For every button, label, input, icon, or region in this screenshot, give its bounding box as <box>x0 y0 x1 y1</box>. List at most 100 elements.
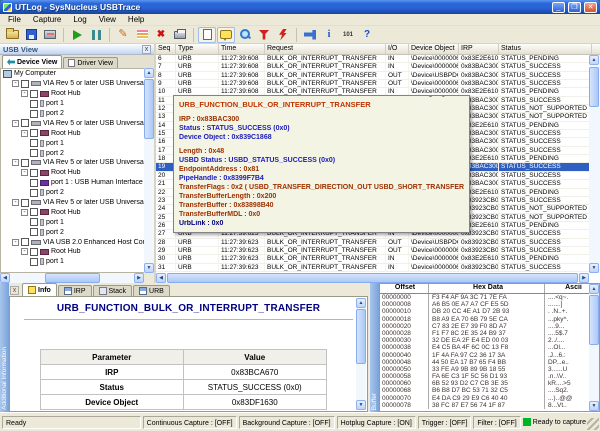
tree-checkbox[interactable] <box>21 199 29 207</box>
scroll-up-icon[interactable]: ▲ <box>589 55 599 65</box>
tree-checkbox[interactable] <box>30 228 38 236</box>
tree-checkbox[interactable] <box>30 208 38 216</box>
minimize-button[interactable]: _ <box>552 2 565 13</box>
table-row[interactable]: 7URB11:27:39:608BULK_OR_INTERRUPT_TRANSF… <box>156 63 589 71</box>
edit-button[interactable]: ✎ <box>114 27 132 43</box>
tree-item[interactable]: port 2 <box>1 148 144 158</box>
expander-toggle[interactable]: - <box>12 199 19 206</box>
pause-capture-button[interactable] <box>87 27 105 43</box>
table-row[interactable]: 6URB11:27:39:608BULK_OR_INTERRUPT_TRANSF… <box>156 55 589 63</box>
table-hscroll-thumb[interactable] <box>167 273 578 283</box>
tree-item[interactable]: port 1 : USB Human Interface D <box>1 178 144 188</box>
tree-item[interactable]: -VIA Rev 5 or later USB Universal Host C <box>1 118 144 128</box>
tree-checkbox[interactable] <box>30 189 38 197</box>
tree-item[interactable]: -Root Hub <box>1 168 144 178</box>
column-header-deviceobject[interactable]: Device Object <box>409 44 459 54</box>
table-horizontal-scrollbar[interactable]: ◀ ▶ <box>156 273 589 283</box>
tree-checkbox[interactable] <box>30 149 38 157</box>
title-bar[interactable]: UTLog - SysNucleus USBTrace _ ❐ ✕ <box>0 0 600 14</box>
table-row[interactable]: 29URB11:27:39:623BULK_OR_INTERRUPT_TRANS… <box>156 247 589 255</box>
scroll-down-icon[interactable]: ▼ <box>356 400 366 410</box>
tree-checkbox[interactable] <box>30 248 38 256</box>
hex-vscroll-thumb[interactable] <box>589 295 599 345</box>
expander-toggle[interactable]: - <box>12 120 19 127</box>
tree-checkbox[interactable] <box>30 110 38 118</box>
tree-item[interactable]: -Root Hub <box>1 89 144 99</box>
tree-item[interactable]: port 1 <box>1 217 144 227</box>
menu-file[interactable]: File <box>2 15 27 24</box>
tab-urb[interactable]: URB <box>133 285 170 296</box>
tree-item[interactable]: -VIA USB 2.0 Enhanced Host Controller <box>1 237 144 247</box>
details-close-icon[interactable]: x <box>10 286 19 295</box>
binary-view-button[interactable]: 101 <box>339 27 357 43</box>
tree-checkbox[interactable] <box>30 258 38 266</box>
restore-button[interactable]: ❐ <box>568 2 581 13</box>
resize-grip[interactable] <box>587 418 599 430</box>
open-button[interactable] <box>3 27 21 43</box>
tree-checkbox[interactable] <box>30 218 38 226</box>
tree-item[interactable]: port 1 <box>1 99 144 109</box>
tree-item[interactable]: port 2 <box>1 188 144 198</box>
table-vscroll-thumb[interactable] <box>589 67 599 107</box>
tree-checkbox[interactable] <box>30 100 38 108</box>
expander-toggle[interactable]: - <box>12 80 19 87</box>
expander-toggle[interactable]: - <box>12 159 19 166</box>
tree-item[interactable]: -VIA Rev 5 or later USB Universal Host C <box>1 198 144 208</box>
help-button[interactable]: ? <box>358 27 376 43</box>
scroll-left-icon[interactable]: ◀ <box>156 273 166 283</box>
table-row[interactable]: 31URB11:27:39:623BULK_OR_INTERRUPT_TRANS… <box>156 264 589 272</box>
menu-log[interactable]: Log <box>67 15 92 24</box>
tree-checkbox[interactable] <box>21 80 29 88</box>
info-button[interactable]: i <box>320 27 338 43</box>
clear-log-button[interactable] <box>133 27 151 43</box>
tree-checkbox[interactable] <box>30 129 38 137</box>
tree-checkbox[interactable] <box>30 90 38 98</box>
close-button[interactable]: ✕ <box>584 2 597 13</box>
tree-item[interactable]: -Root Hub <box>1 247 144 257</box>
details-vscroll-thumb[interactable] <box>356 309 366 364</box>
menu-capture[interactable]: Capture <box>27 15 67 24</box>
column-header-status[interactable]: Status <box>499 44 592 54</box>
trigger-button[interactable] <box>274 27 292 43</box>
tree-item[interactable]: -VIA Rev 5 or later USB Universal Host C <box>1 158 144 168</box>
table-row[interactable]: 9URB11:27:39:608BULK_OR_INTERRUPT_TRANSF… <box>156 80 589 88</box>
tree-vertical-scrollbar[interactable]: ▲ ▼ <box>144 68 154 273</box>
column-header-request[interactable]: Request <box>265 44 386 54</box>
scroll-right-icon[interactable]: ▶ <box>134 273 144 283</box>
scroll-up-icon[interactable]: ▲ <box>356 298 366 308</box>
column-header-io[interactable]: I/O <box>386 44 409 54</box>
tree-item[interactable]: port 1 <box>1 257 144 267</box>
find-button[interactable] <box>236 27 254 43</box>
table-row[interactable]: 28URB11:27:39:623BULK_OR_INTERRUPT_TRANS… <box>156 239 589 247</box>
column-header-seq[interactable]: Seq <box>156 44 176 54</box>
table-row[interactable]: 8URB11:27:39:608BULK_OR_INTERRUPT_TRANSF… <box>156 72 589 80</box>
tree-item[interactable]: port 2 <box>1 109 144 119</box>
scroll-down-icon[interactable]: ▼ <box>589 401 599 411</box>
table-row[interactable]: 30URB11:27:39:623BULK_OR_INTERRUPT_TRANS… <box>156 255 589 263</box>
scroll-down-icon[interactable]: ▼ <box>144 263 154 273</box>
tree-item[interactable]: -VIA Rev 5 or later USB Universal Host C <box>1 79 144 89</box>
expander-toggle[interactable]: - <box>21 248 28 255</box>
start-capture-button[interactable] <box>68 27 86 43</box>
tree-item[interactable]: -Root Hub <box>1 207 144 217</box>
save-button[interactable] <box>22 27 40 43</box>
usb-view-close-icon[interactable]: x <box>142 45 151 54</box>
tree-checkbox[interactable] <box>21 238 29 246</box>
tree-item[interactable]: port 1 <box>1 138 144 148</box>
tab-info[interactable]: Info <box>22 283 57 296</box>
hex-vertical-scrollbar[interactable]: ▲ ▼ <box>589 284 599 411</box>
tree-checkbox[interactable] <box>30 169 38 177</box>
tree-horizontal-scrollbar[interactable]: ◀ ▶ <box>0 273 144 283</box>
tab-device-view[interactable]: Device View <box>2 55 62 68</box>
details-vertical-scrollbar[interactable]: ▲ ▼ <box>356 298 366 410</box>
page-view-button[interactable] <box>198 27 216 43</box>
tab-irp[interactable]: IRP <box>58 285 92 296</box>
print-button[interactable] <box>171 27 189 43</box>
expander-toggle[interactable]: - <box>12 239 19 246</box>
tree-checkbox[interactable] <box>30 139 38 147</box>
column-header-time[interactable]: Time <box>219 44 265 54</box>
expander-toggle[interactable]: - <box>21 169 28 176</box>
tab-stack[interactable]: Stack <box>93 285 133 296</box>
export-button[interactable] <box>41 27 59 43</box>
scroll-right-icon[interactable]: ▶ <box>579 273 589 283</box>
